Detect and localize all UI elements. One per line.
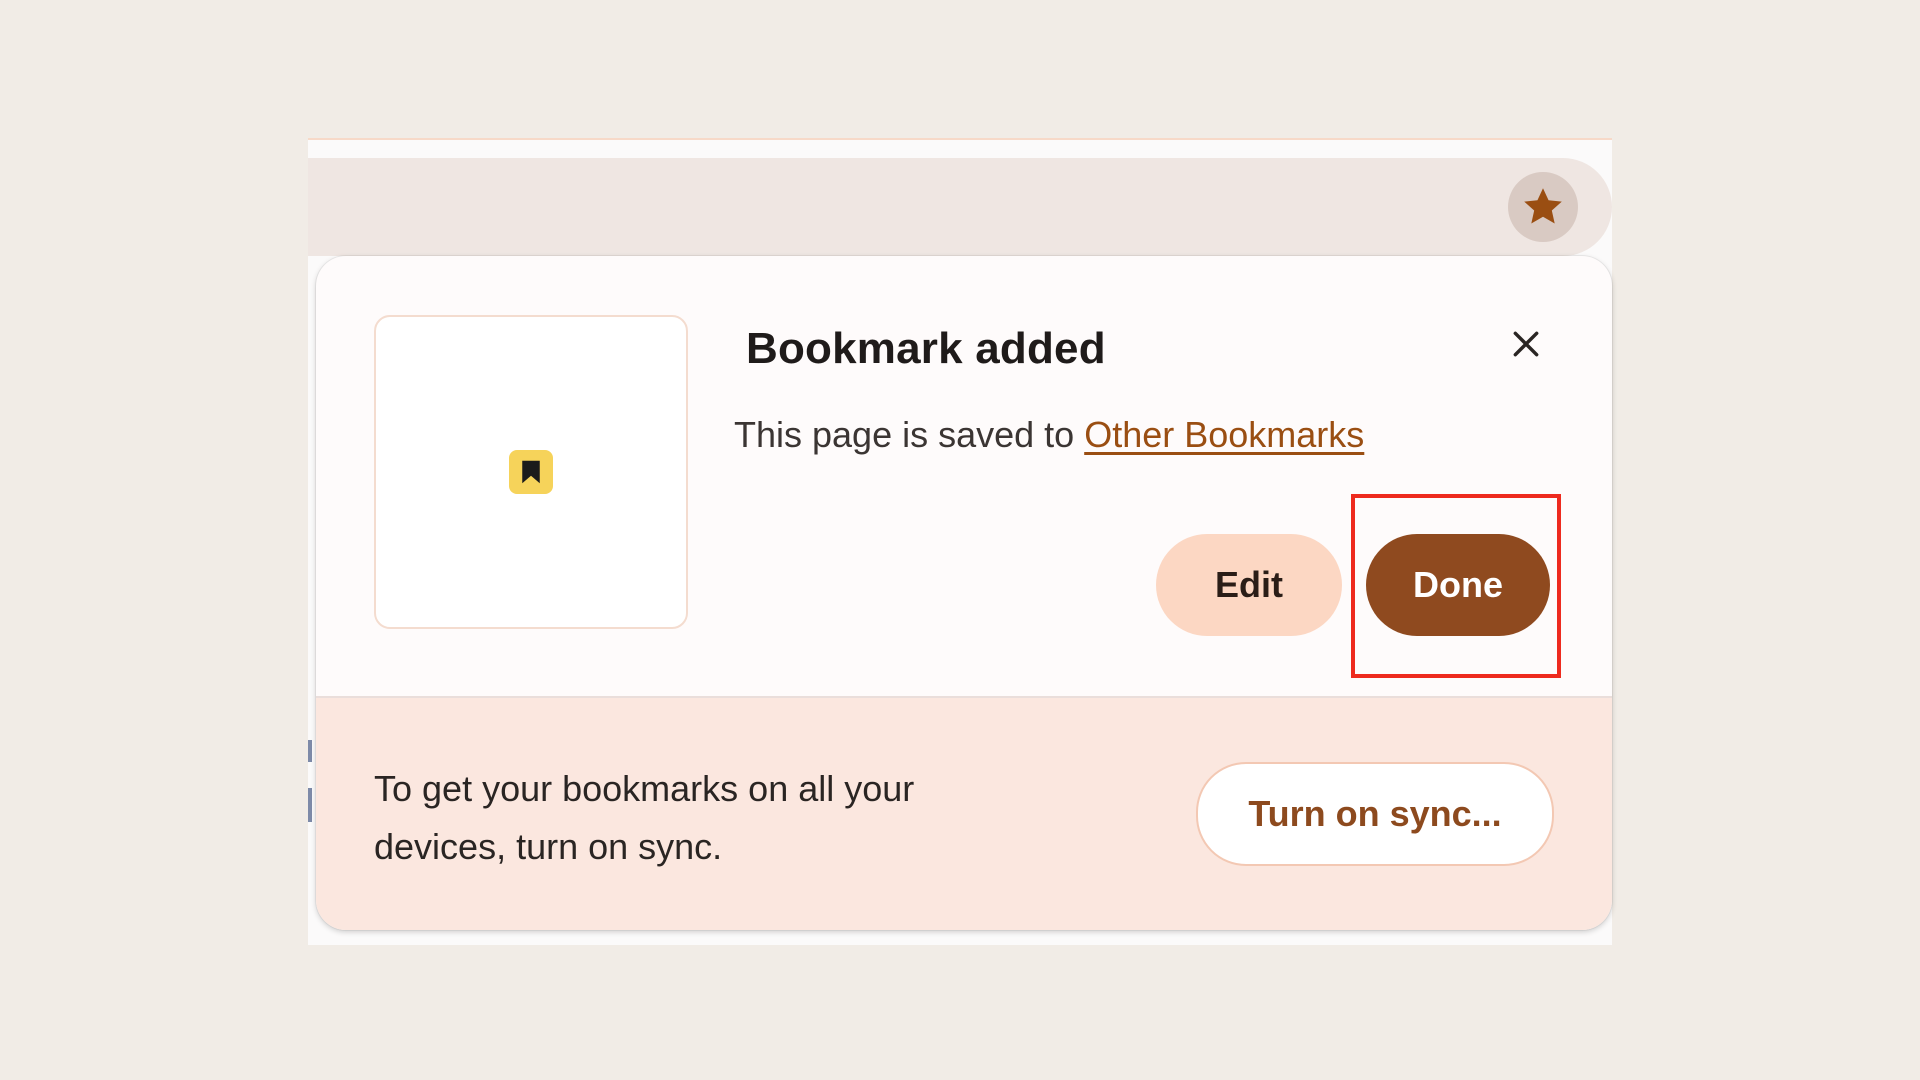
saved-to-text: This page is saved to <box>734 414 1075 455</box>
saved-to-line: This page is saved to Other Bookmarks <box>734 414 1364 456</box>
turn-on-sync-button[interactable]: Turn on sync... <box>1196 762 1554 866</box>
star-icon <box>1524 188 1562 224</box>
page-fragment <box>308 740 312 762</box>
stage: Bookmark added This page is saved to Othe… <box>0 0 1920 1080</box>
address-bar[interactable] <box>308 158 1612 256</box>
page-fragment <box>308 788 312 822</box>
close-button[interactable] <box>1504 322 1548 366</box>
edit-button[interactable]: Edit <box>1156 534 1342 636</box>
page-thumbnail <box>374 315 688 629</box>
bookmark-icon <box>509 450 553 494</box>
sync-promo-text: To get your bookmarks on all your device… <box>374 768 915 867</box>
dialog-title: Bookmark added <box>746 324 1106 373</box>
folder-link[interactable]: Other Bookmarks <box>1084 414 1364 455</box>
close-icon <box>1513 331 1539 357</box>
sync-promo: To get your bookmarks on all your device… <box>316 696 1612 930</box>
bookmark-star-button[interactable] <box>1508 172 1578 242</box>
done-button[interactable]: Done <box>1366 534 1550 636</box>
bookmark-added-dialog: Bookmark added This page is saved to Othe… <box>316 256 1612 930</box>
